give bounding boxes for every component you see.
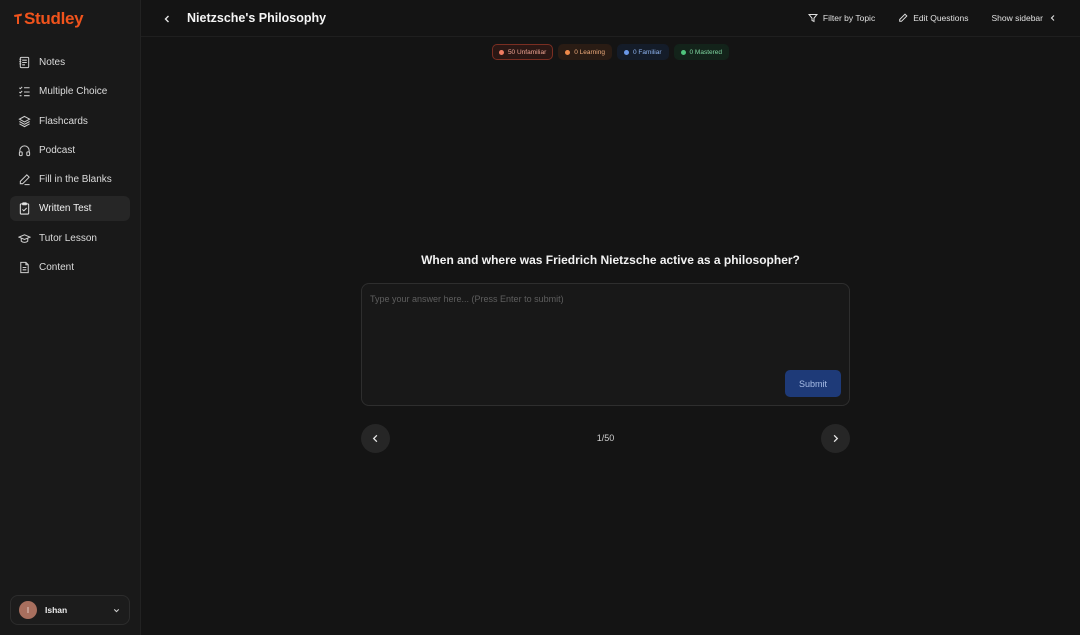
- sidebar-item-multiple-choice[interactable]: Multiple Choice: [10, 79, 130, 104]
- badge-mastered[interactable]: 0 Mastered: [673, 44, 730, 60]
- answer-box: Submit: [361, 283, 850, 406]
- chevron-down-icon: [112, 606, 121, 615]
- page-title: Nietzsche's Philosophy: [187, 11, 327, 25]
- user-name: Ishan: [45, 605, 68, 615]
- sidebar-item-label: Fill in the Blanks: [39, 174, 112, 186]
- layers-icon: [18, 115, 31, 128]
- chevron-right-icon: [833, 434, 839, 443]
- sidebar-item-tutor-lesson[interactable]: Tutor Lesson: [10, 226, 130, 251]
- question-navigation: 1/50: [361, 424, 850, 453]
- sidebar-item-flashcards[interactable]: Flashcards: [10, 109, 130, 134]
- main-content: Nietzsche's Philosophy Filter by Topic E…: [141, 0, 1080, 635]
- sidebar-item-notes[interactable]: Notes: [10, 50, 130, 75]
- list-check-icon: [18, 85, 31, 98]
- next-question-button[interactable]: [821, 424, 850, 453]
- document-icon: [18, 261, 31, 274]
- sidebar-item-label: Notes: [39, 57, 66, 68]
- filter-by-topic-button[interactable]: Filter by Topic: [807, 13, 876, 23]
- sidebar-item-content[interactable]: Content: [10, 255, 130, 280]
- chevron-left-icon: [164, 15, 169, 23]
- badge-familiar[interactable]: 0 Familiar: [616, 44, 669, 60]
- notes-icon: [18, 56, 31, 69]
- badge-learning[interactable]: 0 Learning: [558, 44, 612, 60]
- edit-questions-button[interactable]: Edit Questions: [898, 13, 968, 23]
- badge-label: 0 Mastered: [689, 48, 723, 56]
- top-bar: Nietzsche's Philosophy Filter by Topic E…: [141, 0, 1080, 37]
- sidebar-item-label: Tutor Lesson: [39, 232, 97, 244]
- chevron-left-icon: [1050, 15, 1055, 21]
- sidebar-item-podcast[interactable]: Podcast: [10, 138, 130, 163]
- status-dot: [623, 49, 629, 55]
- edit-label: Edit Questions: [913, 13, 969, 23]
- sidebar-item-label: Flashcards: [39, 115, 88, 127]
- sidebar-item-written-test[interactable]: Written Test: [10, 196, 130, 222]
- sidebar-item-label: Content: [39, 262, 75, 274]
- user-menu[interactable]: I Ishan: [10, 595, 130, 625]
- badge-label: 50 Unfamiliar: [507, 48, 547, 56]
- status-dot: [498, 49, 504, 55]
- sidebar-item-label: Podcast: [39, 144, 76, 156]
- sidebar-item-label: Multiple Choice: [39, 86, 108, 98]
- clipboard-check-icon: [18, 202, 31, 216]
- submit-button[interactable]: Submit: [785, 370, 841, 397]
- sidebar: Studley Notes Multiple Choice Flashcards: [0, 0, 141, 635]
- filter-icon: [807, 14, 818, 23]
- show-sidebar-button[interactable]: Show sidebar: [991, 13, 1057, 23]
- answer-input[interactable]: [362, 284, 849, 364]
- graduation-cap-icon: [18, 232, 31, 245]
- show-sidebar-label: Show sidebar: [991, 13, 1043, 23]
- badge-unfamiliar[interactable]: 50 Unfamiliar: [491, 44, 554, 60]
- badge-label: 0 Familiar: [632, 48, 662, 56]
- avatar: I: [19, 601, 37, 619]
- app-root: Studley Notes Multiple Choice Flashcards: [0, 0, 1080, 635]
- brand-logo[interactable]: Studley: [13, 9, 84, 29]
- back-button[interactable]: [161, 12, 173, 24]
- sidebar-item-fill-in-the-blanks[interactable]: Fill in the Blanks: [10, 167, 130, 192]
- pencil-icon: [899, 13, 908, 22]
- question-counter: 1/50: [596, 433, 615, 443]
- sidebar-nav: Notes Multiple Choice Flashcards Podcast: [10, 50, 130, 284]
- status-dot: [680, 49, 686, 55]
- filter-label: Filter by Topic: [822, 13, 876, 23]
- headphones-icon: [18, 144, 31, 157]
- mastery-badges: 50 Unfamiliar 0 Learning 0 Familiar 0 Ma…: [141, 44, 1080, 60]
- brand-name: Studley: [24, 9, 84, 28]
- badge-label: 0 Learning: [574, 48, 605, 56]
- top-actions: Filter by Topic Edit Questions Show side…: [785, 13, 1057, 23]
- status-dot: [565, 49, 571, 55]
- logo-mark-icon: [14, 13, 22, 24]
- pencil-icon: [18, 173, 31, 186]
- sidebar-item-label: Written Test: [39, 203, 92, 215]
- question-text: When and where was Friedrich Nietzsche a…: [421, 253, 800, 267]
